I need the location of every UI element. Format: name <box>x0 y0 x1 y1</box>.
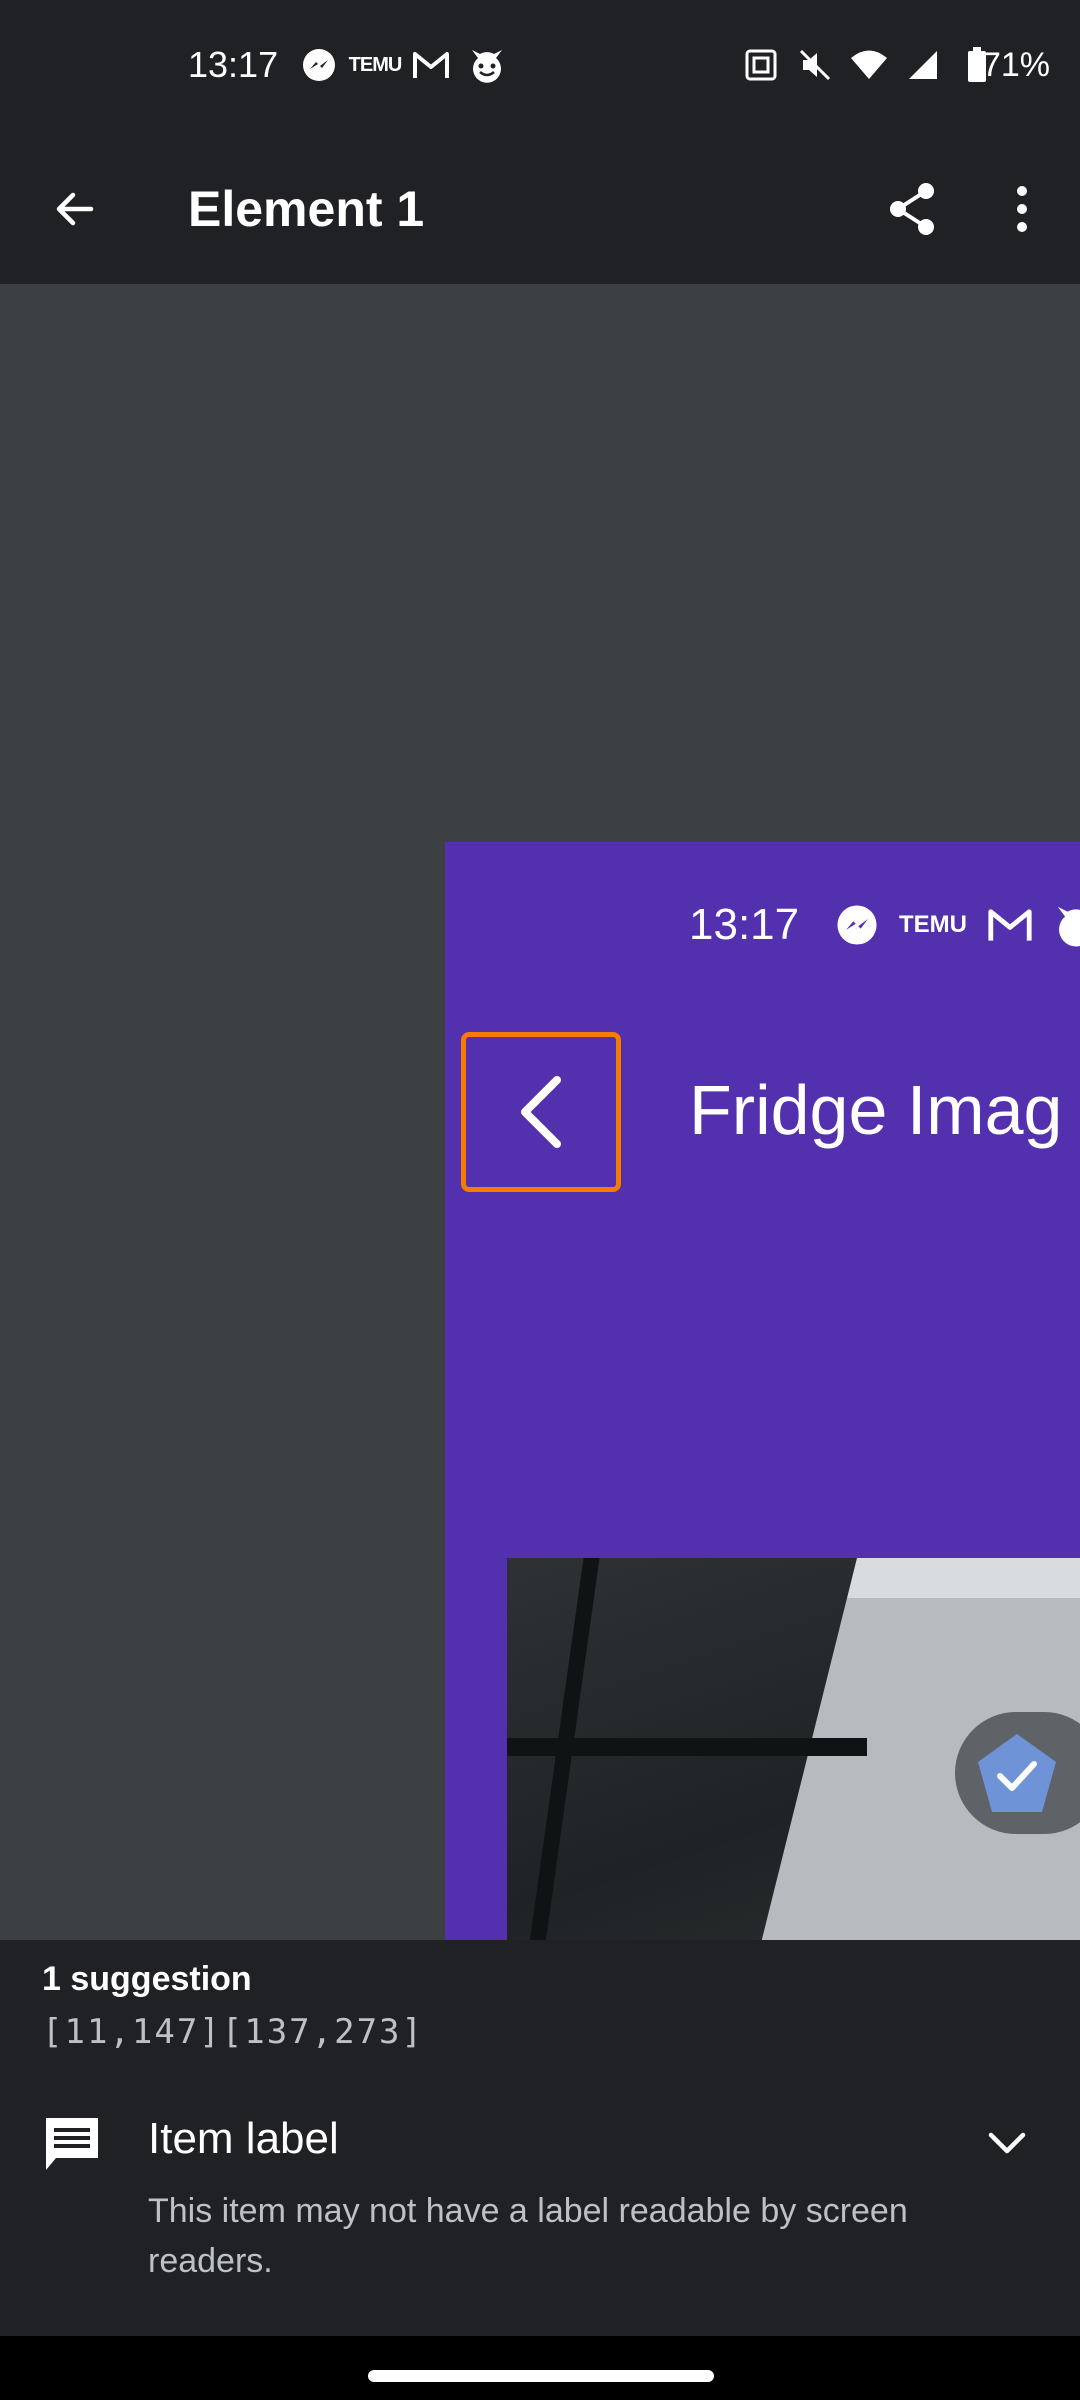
page-title: Element 1 <box>188 181 425 237</box>
system-icons <box>742 46 996 84</box>
comment-icon <box>42 2114 102 2174</box>
temu-icon: TEMU <box>899 911 967 938</box>
accessibility-check-icon[interactable] <box>972 1730 1062 1820</box>
nfc-icon <box>742 46 780 84</box>
gmail-icon <box>988 909 1032 941</box>
wifi-icon <box>850 46 888 84</box>
navigation-bar <box>0 2336 1080 2400</box>
app-bar: Element 1 <box>0 134 1080 284</box>
suggestion-count: 1 suggestion <box>42 1960 252 1998</box>
expand-button[interactable] <box>980 2116 1034 2170</box>
preview-time: 13:17 <box>689 900 800 949</box>
home-gesture-handle[interactable] <box>368 2370 714 2382</box>
status-time: 13:17 <box>188 44 279 85</box>
suggestions-panel: 1 suggestion [11,147][137,273] Item labe… <box>0 1940 1080 2336</box>
battery-percent: 71% <box>981 46 1050 84</box>
preview-title: Fridge Imag <box>689 1071 1063 1149</box>
back-button[interactable] <box>38 172 112 246</box>
suggestion-item[interactable]: Item label This item may not have a labe… <box>0 2094 1080 2324</box>
arrow-back-icon <box>56 192 94 226</box>
temu-icon: TEMU <box>348 53 403 76</box>
mute-icon <box>796 46 834 84</box>
share-icon <box>890 183 934 235</box>
chevron-left-icon <box>521 1076 561 1148</box>
chevron-down-icon <box>988 2132 1026 2154</box>
status-bar: 13:17 TEMU 71% <box>0 0 1080 134</box>
more-options-button[interactable] <box>982 172 1062 246</box>
devil-icon <box>1057 906 1080 947</box>
gmail-icon <box>412 46 450 84</box>
share-button[interactable] <box>872 172 952 246</box>
suggestion-description: This item may not have a label readable … <box>148 2192 908 2280</box>
signal-icon <box>904 46 942 84</box>
suggestion-label: Item label <box>148 2114 339 2163</box>
devil-icon <box>468 46 506 84</box>
highlighted-back-button <box>461 1032 621 1192</box>
screenshot-preview[interactable]: 13:17 TEMU Fridge Imag <box>0 284 1080 1940</box>
preview-notification-icons: TEMU <box>835 902 1080 948</box>
messenger-icon <box>300 46 338 84</box>
more-vert-icon <box>1017 186 1027 232</box>
element-bounds: [11,147][137,273] <box>42 2012 424 2052</box>
notification-icons: TEMU <box>300 46 506 84</box>
messenger-icon <box>837 905 877 945</box>
